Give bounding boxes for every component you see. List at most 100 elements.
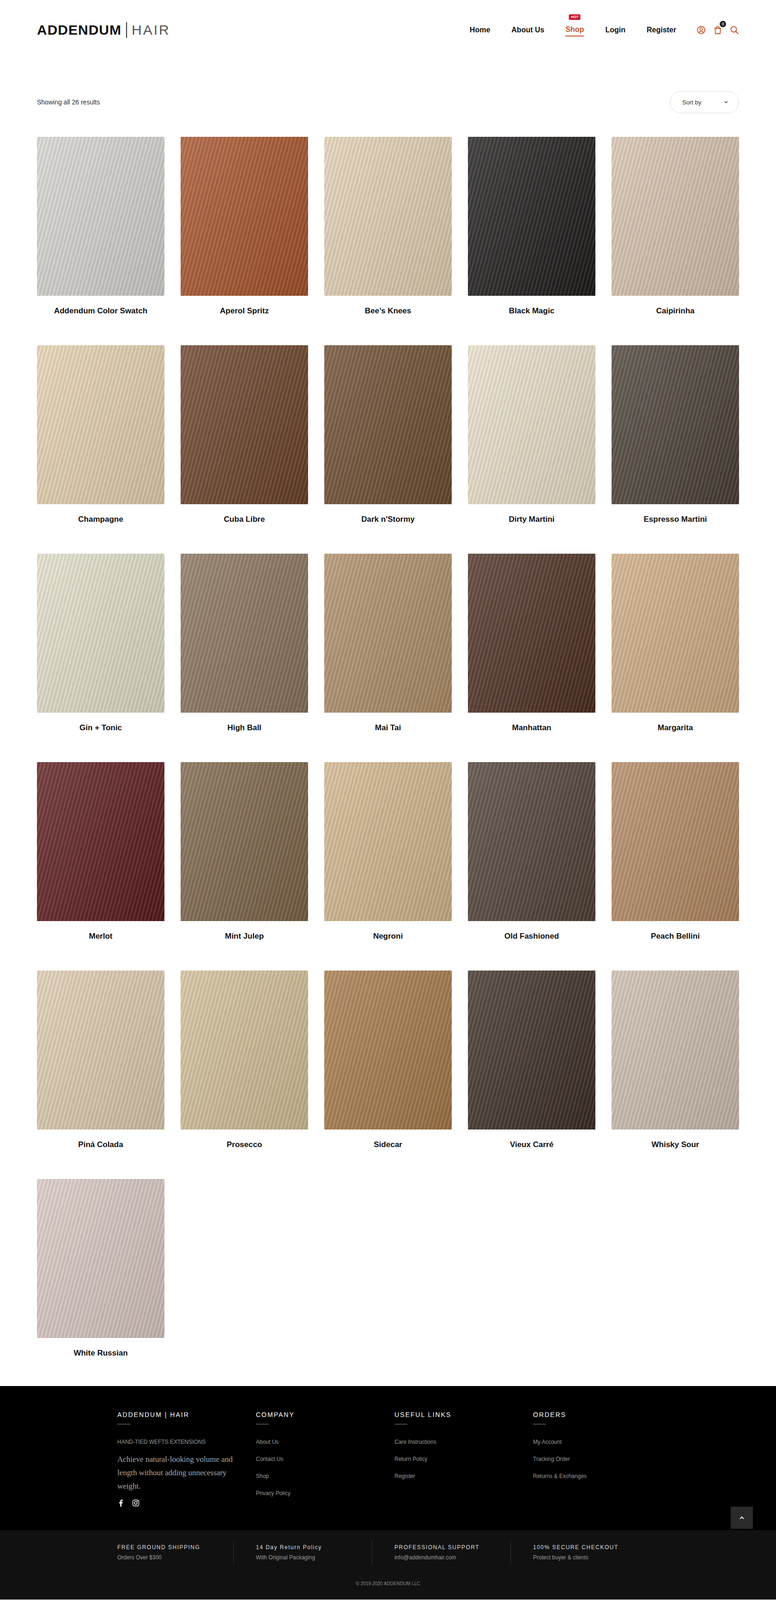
product-title[interactable]: Caipirinha <box>655 304 695 317</box>
product-image[interactable] <box>36 345 165 504</box>
product-title[interactable]: Cuba Libre <box>224 513 266 526</box>
nav-item[interactable]: HOT Shop <box>565 23 584 37</box>
product-image[interactable] <box>467 970 596 1129</box>
product-title[interactable]: Gin + Tonic <box>79 721 122 734</box>
product-card[interactable]: Dirty Martini <box>467 345 596 526</box>
product-card[interactable]: Piná Colada <box>36 970 165 1151</box>
product-title[interactable]: Black Magic <box>509 304 555 317</box>
product-image[interactable] <box>36 136 165 296</box>
instagram-icon[interactable] <box>132 1498 140 1506</box>
product-card[interactable]: Bee’s Knees <box>324 136 452 317</box>
product-card[interactable]: Negroni <box>324 761 452 942</box>
product-image[interactable] <box>36 761 165 921</box>
footer-link[interactable]: Returns & Exchanges <box>533 1467 672 1485</box>
product-title[interactable]: Old Fashioned <box>504 929 559 942</box>
cart[interactable]: 0 <box>713 25 723 35</box>
product-card[interactable]: Dark n'Stormy <box>324 345 452 526</box>
product-title[interactable]: Mint Julep <box>224 929 264 942</box>
product-image[interactable] <box>324 553 452 713</box>
product-card[interactable]: Caipirinha <box>611 136 740 317</box>
product-image[interactable] <box>324 136 452 296</box>
facebook-icon[interactable] <box>117 1498 125 1506</box>
footer-link[interactable]: Register <box>394 1467 534 1485</box>
product-image[interactable] <box>180 761 309 921</box>
logo[interactable]: ADDENDUMHAIR <box>36 22 171 38</box>
product-card[interactable]: Whisky Sour <box>611 970 740 1151</box>
product-card[interactable]: Margarita <box>611 553 740 734</box>
product-card[interactable]: Champagne <box>36 345 165 526</box>
nav-item[interactable]: Home <box>469 24 491 37</box>
product-image[interactable] <box>467 345 596 504</box>
footer-link[interactable]: Shop <box>255 1467 395 1485</box>
footer-link[interactable]: Return Policy <box>394 1449 534 1468</box>
product-card[interactable]: Cuba Libre <box>180 345 309 526</box>
product-title[interactable]: Sidecar <box>373 1138 402 1151</box>
footer-link[interactable]: About Us <box>255 1432 395 1450</box>
product-image[interactable] <box>324 345 452 504</box>
product-title[interactable]: Bee’s Knees <box>364 304 412 317</box>
product-image[interactable] <box>180 970 309 1129</box>
product-title[interactable]: Espresso Martini <box>643 513 708 526</box>
product-title[interactable]: Peach Bellini <box>650 929 700 942</box>
product-title[interactable]: Manhattan <box>512 721 552 734</box>
product-image[interactable] <box>324 970 452 1129</box>
product-card[interactable]: Gin + Tonic <box>36 553 165 734</box>
product-card[interactable]: Addendum Color Swatch <box>36 136 165 317</box>
nav-item[interactable]: Login <box>605 24 626 37</box>
product-title[interactable]: Prosecco <box>226 1138 263 1151</box>
product-card[interactable]: Old Fashioned <box>467 761 596 942</box>
product-image[interactable] <box>324 761 452 921</box>
product-title[interactable]: Dark n'Stormy <box>361 513 415 526</box>
product-card[interactable]: White Russian <box>36 1178 165 1359</box>
footer-link[interactable]: Privacy Policy <box>255 1484 395 1502</box>
footer-link[interactable]: My Account <box>533 1432 672 1450</box>
footer-link[interactable]: Care Instructions <box>394 1432 534 1450</box>
product-title[interactable]: Addendum Color Swatch <box>54 304 148 317</box>
nav-item[interactable]: About Us <box>511 24 545 37</box>
footer-link[interactable]: Tracking Order <box>533 1449 672 1468</box>
product-card[interactable]: Aperol Spritz <box>180 136 309 317</box>
user-icon[interactable] <box>696 25 706 35</box>
product-title[interactable]: High Ball <box>227 721 262 734</box>
product-image[interactable] <box>180 553 309 713</box>
product-title[interactable]: Margarita <box>657 721 694 734</box>
product-image[interactable] <box>180 136 309 296</box>
product-title[interactable]: Merlot <box>89 929 113 942</box>
product-title[interactable]: Whisky Sour <box>651 1138 700 1151</box>
product-image[interactable] <box>467 761 596 921</box>
product-card[interactable]: Manhattan <box>467 553 596 734</box>
product-image[interactable] <box>467 553 596 713</box>
product-image[interactable] <box>611 553 740 713</box>
sort-select[interactable]: Sort by <box>669 90 740 114</box>
product-title[interactable]: Aperol Spritz <box>219 304 269 317</box>
product-card[interactable]: Prosecco <box>180 970 309 1151</box>
scroll-top-button[interactable] <box>730 1505 753 1528</box>
product-image[interactable] <box>36 1178 165 1338</box>
product-title[interactable]: White Russian <box>73 1346 128 1359</box>
product-image[interactable] <box>611 136 740 296</box>
footer-link[interactable]: Contact Us <box>255 1449 395 1468</box>
product-title[interactable]: Champagne <box>78 513 123 526</box>
product-card[interactable]: Mai Tai <box>324 553 452 734</box>
product-image[interactable] <box>36 553 165 713</box>
product-image[interactable] <box>611 345 740 504</box>
product-card[interactable]: High Ball <box>180 553 309 734</box>
product-image[interactable] <box>36 970 165 1129</box>
product-card[interactable]: Espresso Martini <box>611 345 740 526</box>
product-card[interactable]: Black Magic <box>467 136 596 317</box>
product-title[interactable]: Vieux Carré <box>509 1138 554 1151</box>
product-image[interactable] <box>180 345 309 504</box>
product-card[interactable]: Merlot <box>36 761 165 942</box>
product-title[interactable]: Negroni <box>373 929 403 942</box>
product-image[interactable] <box>467 136 596 296</box>
product-image[interactable] <box>611 761 740 921</box>
product-card[interactable]: Sidecar <box>324 970 452 1151</box>
nav-item[interactable]: Register <box>646 24 677 37</box>
product-title[interactable]: Piná Colada <box>78 1138 123 1151</box>
product-card[interactable]: Peach Bellini <box>611 761 740 942</box>
product-title[interactable]: Dirty Martini <box>508 513 555 526</box>
product-title[interactable]: Mai Tai <box>375 721 401 734</box>
product-card[interactable]: Vieux Carré <box>467 970 596 1151</box>
search-icon[interactable] <box>729 25 740 35</box>
product-card[interactable]: Mint Julep <box>180 761 309 942</box>
